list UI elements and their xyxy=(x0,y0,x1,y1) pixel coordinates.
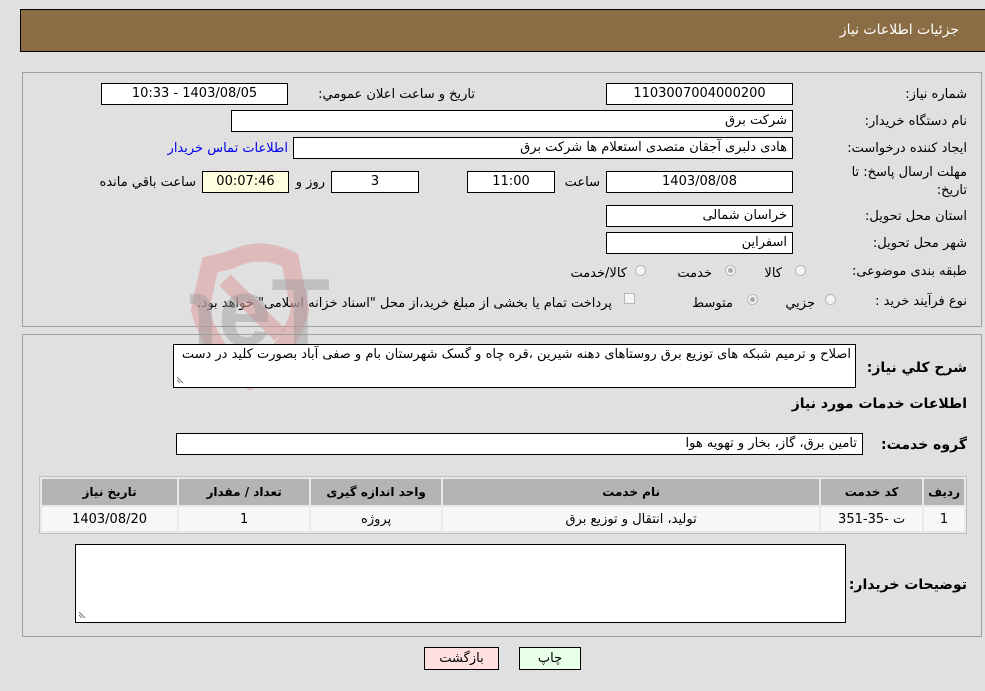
province-field: خراسان شمالی xyxy=(606,205,793,227)
process-radio-minor[interactable] xyxy=(825,294,836,305)
buyer-contact-link[interactable]: اطلاعات تماس خريدار xyxy=(168,141,288,156)
time-remaining-label: ساعت باقي مانده xyxy=(99,175,196,190)
announce-datetime-label: تاریخ و ساعت اعلان عمومي: xyxy=(318,87,475,102)
announce-datetime-field: 1403/08/05 - 10:33 xyxy=(101,83,288,105)
resize-grip-icon[interactable] xyxy=(78,611,86,619)
days-remaining-field: 3 xyxy=(331,171,419,193)
buyer-notes-label: توضيحات خريدار: xyxy=(848,577,967,593)
col-row-number: رديف xyxy=(924,479,964,505)
deadline-time-field: 11:00 xyxy=(467,171,555,193)
cell-need-date: 1403/08/20 xyxy=(42,507,178,531)
cell-row-number: 1 xyxy=(924,507,964,531)
deadline-label-date: تاریخ: xyxy=(936,183,967,198)
services-table: رديف کد خدمت نام خدمت واحد اندازه گيری ت… xyxy=(39,476,967,534)
page-header: جزئیات اطلاعات نیاز xyxy=(20,9,985,52)
city-field: اسفراین xyxy=(606,232,793,254)
col-quantity: تعداد / مقدار xyxy=(179,479,310,505)
treasury-checkbox[interactable] xyxy=(624,293,635,304)
category-label: طبقه بندی موضوعی: xyxy=(851,264,967,279)
resize-grip-icon[interactable] xyxy=(176,376,184,384)
buyer-notes-textarea[interactable] xyxy=(75,544,846,623)
back-button[interactable]: بازگشت xyxy=(424,647,499,670)
process-option-minor: جزيي xyxy=(785,296,815,311)
print-button[interactable]: چاپ xyxy=(519,647,581,670)
col-need-date: تاریخ نیاز xyxy=(42,479,178,505)
description-textarea[interactable] xyxy=(173,344,856,388)
requester-label: ایجاد کننده درخواست: xyxy=(847,141,967,156)
process-radio-medium[interactable] xyxy=(747,294,758,305)
deadline-label: مهلت ارسال پاسخ: تا xyxy=(851,165,967,180)
category-radio-goods[interactable] xyxy=(795,265,806,276)
days-label: روز و xyxy=(295,175,325,190)
province-label: استان محل تحویل: xyxy=(865,209,967,224)
col-service-code: کد خدمت xyxy=(821,479,923,505)
cell-service-code: ت -35-351 xyxy=(821,507,923,531)
treasury-text: پرداخت تمام یا بخشی از مبلغ خرید،از محل … xyxy=(197,296,612,311)
service-group-field: تامین برق، گاز، بخار و تهویه هوا xyxy=(176,433,863,455)
col-unit: واحد اندازه گيری xyxy=(311,479,442,505)
col-service-name: نام خدمت xyxy=(443,479,820,505)
description-label: شرح کلي نياز: xyxy=(866,360,967,376)
category-radio-goods-service[interactable] xyxy=(635,265,646,276)
time-remaining-field: 00:07:46 xyxy=(202,171,289,193)
need-number-label: شماره نیاز: xyxy=(905,87,967,102)
category-option-service: خدمت xyxy=(677,266,712,281)
page-title: جزئیات اطلاعات نیاز xyxy=(839,22,959,38)
service-group-label: گروه خدمت: xyxy=(881,437,967,453)
buyer-org-field: شرکت برق xyxy=(231,110,793,132)
deadline-date-field: 1403/08/08 xyxy=(606,171,793,193)
requester-field: هادی دلبری آجقان متصدی استعلام ها شرکت ب… xyxy=(293,137,793,159)
services-section-title: اطلاعات خدمات مورد نياز xyxy=(791,396,967,412)
buyer-org-label: نام دستگاه خريدار: xyxy=(864,114,967,129)
city-label: شهر محل تحویل: xyxy=(872,236,967,251)
category-radio-service[interactable] xyxy=(725,265,736,276)
cell-quantity: 1 xyxy=(179,507,310,531)
cell-unit: پروژه xyxy=(311,507,442,531)
category-option-goods-service: کالا/خدمت xyxy=(570,266,627,281)
cell-service-name: تولید، انتقال و توزیع برق xyxy=(443,507,820,531)
process-type-label: نوع فرآیند خرید : xyxy=(875,294,967,309)
need-number-field: 1103007004000200 xyxy=(606,83,793,105)
process-option-medium: متوسط xyxy=(692,296,733,311)
deadline-time-label: ساعت xyxy=(564,175,600,190)
services-table-header: رديف کد خدمت نام خدمت واحد اندازه گيری ت… xyxy=(42,479,964,505)
table-row: 1 ت -35-351 تولید، انتقال و توزیع برق پر… xyxy=(42,507,964,531)
category-option-goods: کالا xyxy=(764,266,782,281)
